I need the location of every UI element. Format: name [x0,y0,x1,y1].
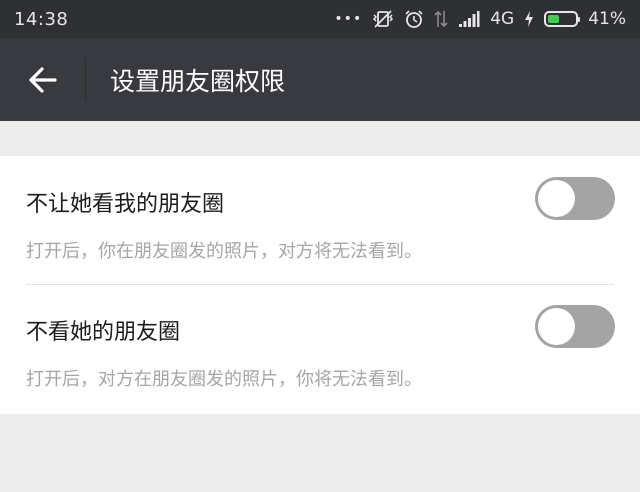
setting-row-hide-my-moments: 不让她看我的朋友圈 打开后，你在朋友圈发的照片，对方将无法看到。 [0,156,640,285]
vibrate-off-icon [372,9,394,29]
setting-row-hide-her-moments: 不看她的朋友圈 打开后，对方在朋友圈发的照片，你将无法看到。 [0,284,640,412]
settings-card: 不让她看我的朋友圈 打开后，你在朋友圈发的照片，对方将无法看到。 不看她的朋友圈… [0,156,640,414]
arrow-left-icon [29,66,57,93]
toggle-knob [538,308,575,345]
signal-icon [458,10,480,28]
battery-fill [548,15,559,23]
setting-label: 不让她看我的朋友圈 [26,192,225,217]
alarm-icon [404,9,424,29]
toggle-knob [538,180,575,217]
data-arrows-icon [434,9,448,29]
status-time: 14:38 [14,8,69,30]
network-type: 4G [490,9,515,29]
app-bar: 设置朋友圈权限 [0,38,640,121]
hide-her-moments-toggle[interactable] [535,305,615,348]
setting-label: 不看她的朋友圈 [26,320,181,345]
setting-description: 打开后，对方在朋友圈发的照片，你将无法看到。 [26,369,422,390]
battery-percent: 41% [588,9,626,29]
more-dots-icon: ••• [334,11,363,27]
battery-icon [544,11,581,27]
charging-bolt-icon [524,10,534,28]
hide-my-moments-toggle[interactable] [535,177,615,220]
status-icons: ••• 4G 41% [334,9,626,29]
status-bar: 14:38 ••• 4G 41% [0,0,640,38]
page-title: 设置朋友圈权限 [110,66,286,96]
back-button[interactable] [0,38,86,121]
setting-description: 打开后，你在朋友圈发的照片，对方将无法看到。 [26,241,422,262]
